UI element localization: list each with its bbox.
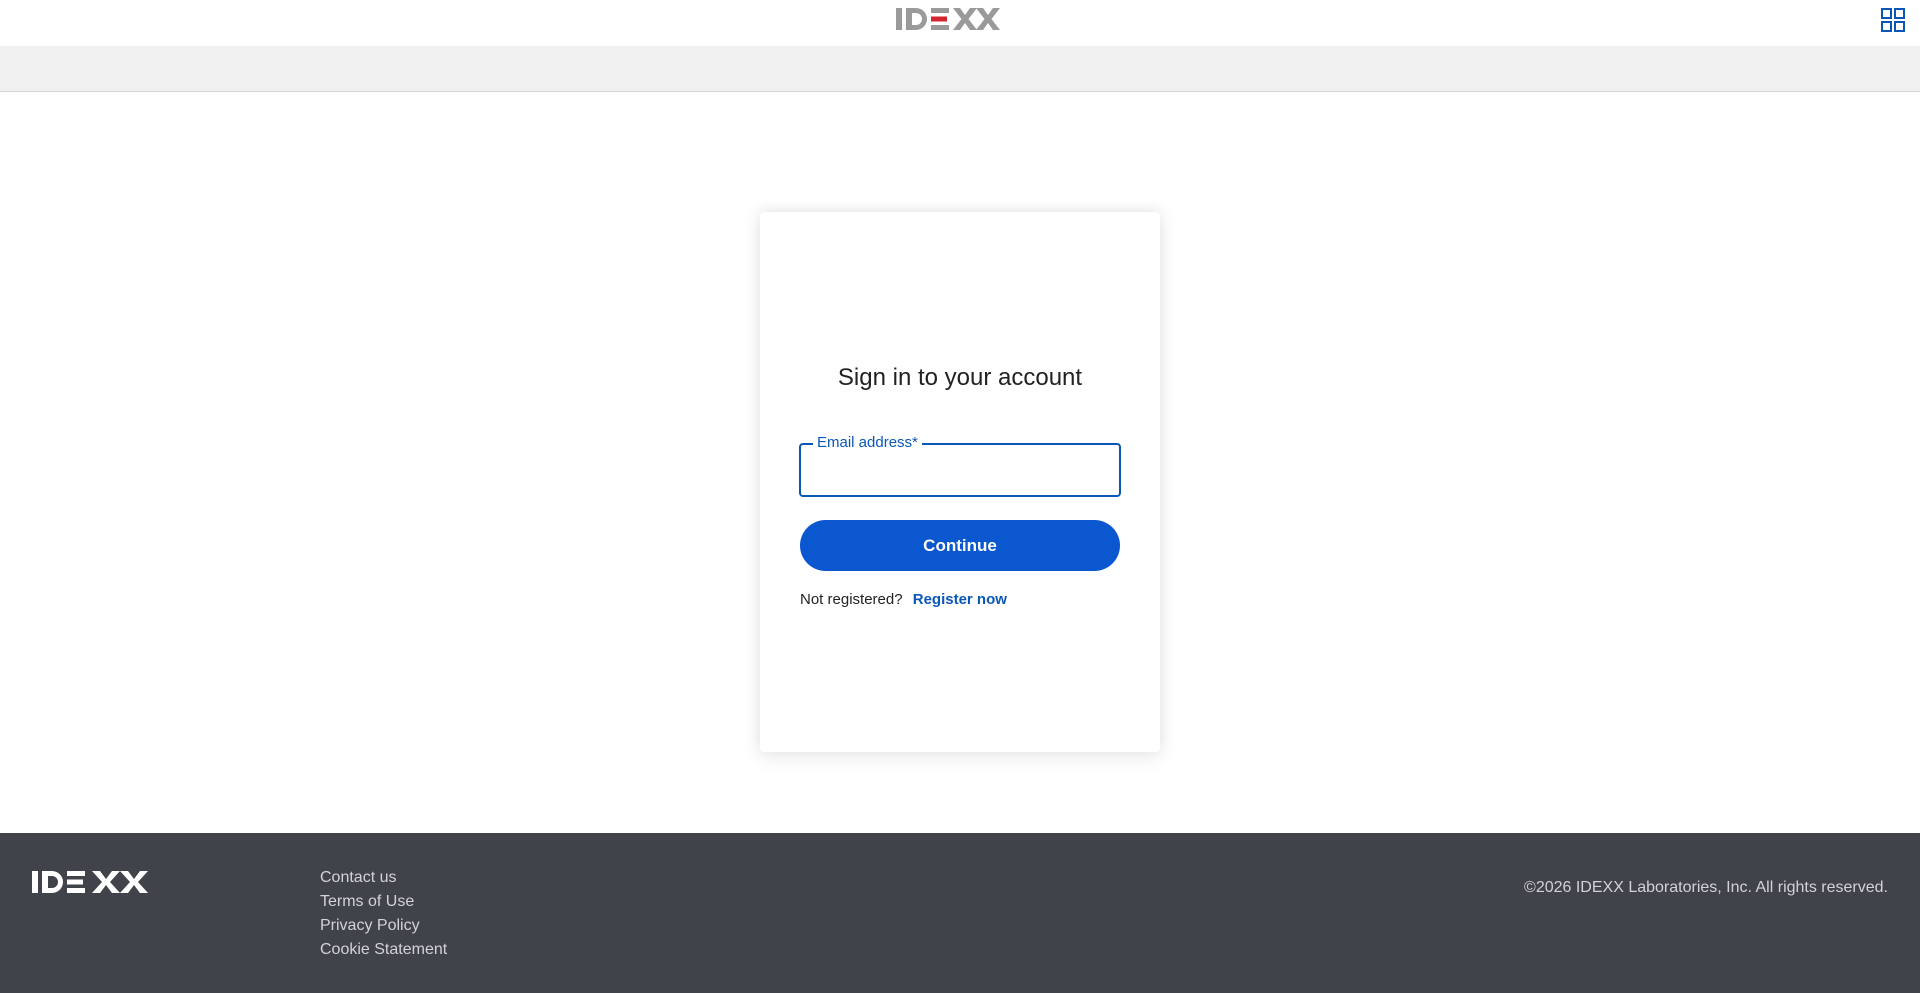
idexx-footer-logo [32,871,148,893]
email-field-label: Email address* [813,434,922,451]
footer-links: Contact us Terms of Use Privacy Policy C… [320,866,447,962]
footer-link-contact[interactable]: Contact us [320,866,447,890]
footer-link-privacy[interactable]: Privacy Policy [320,914,447,938]
top-header [0,0,1920,46]
sub-header-bar [0,46,1920,92]
signin-title: Sign in to your account [837,364,1083,391]
footer: Contact us Terms of Use Privacy Policy C… [0,833,1920,993]
copyright-text: ©2026 IDEXX Laboratories, Inc. All right… [1524,879,1888,896]
email-input[interactable] [813,457,1109,483]
idexx-logo [896,8,1000,30]
footer-link-terms[interactable]: Terms of Use [320,890,447,914]
email-field[interactable]: Email address* [799,434,1121,497]
signin-card: Sign in to your account Email address* C… [760,212,1160,752]
continue-button[interactable]: Continue [800,520,1120,571]
apps-grid-icon[interactable] [1880,7,1906,33]
not-registered-text: Not registered? [800,591,903,608]
register-now-link[interactable]: Register now [913,591,1007,608]
footer-link-cookie[interactable]: Cookie Statement [320,938,447,962]
register-row: Not registered? Register now [800,591,1007,608]
